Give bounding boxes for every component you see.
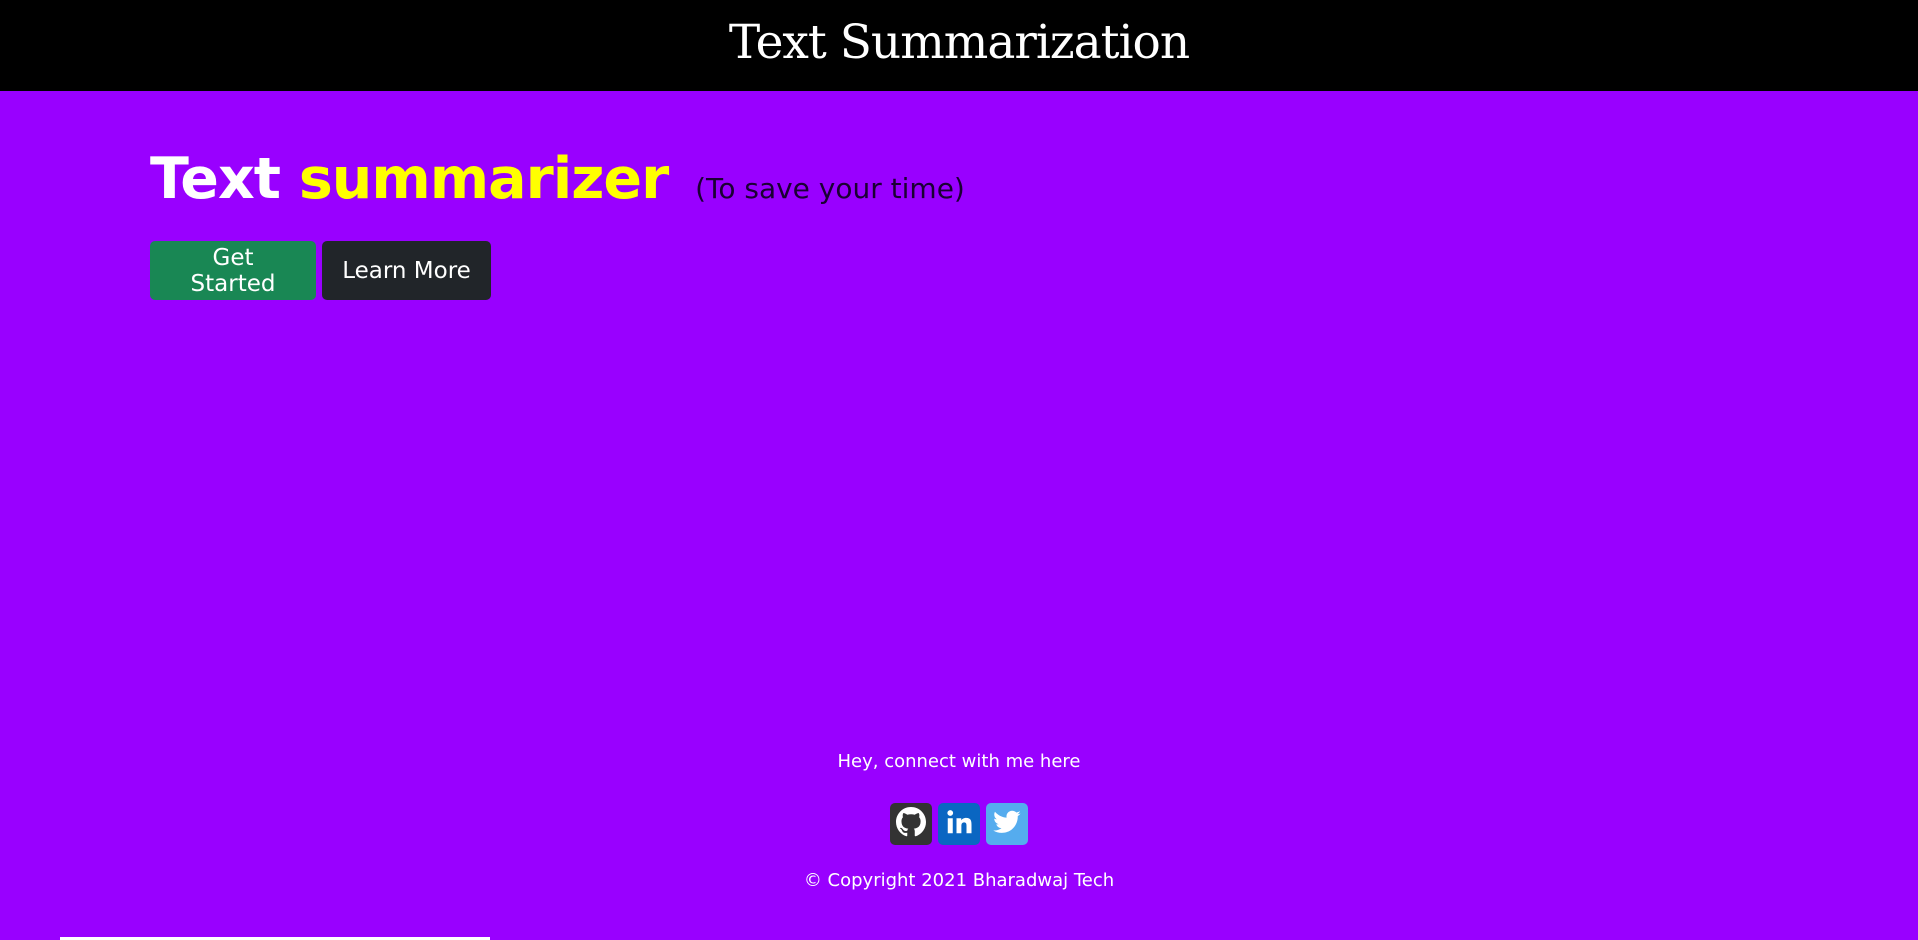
hero-word-text: Text <box>150 146 281 212</box>
hero-buttons: Get Started Learn More <box>150 241 491 300</box>
site-title: Text Summarization <box>728 15 1190 70</box>
linkedin-link[interactable] <box>938 803 980 845</box>
footer: Hey, connect with me here © Copyright 20… <box>0 750 1918 893</box>
github-link[interactable] <box>890 803 932 845</box>
twitter-link[interactable] <box>986 803 1028 845</box>
github-icon <box>896 807 926 841</box>
connect-text: Hey, connect with me here <box>837 751 1081 772</box>
twitter-icon <box>992 807 1022 841</box>
copyright-text: © Copyright 2021 Bharadwaj Tech <box>803 870 1115 891</box>
get-started-button[interactable]: Get Started <box>150 241 316 300</box>
linkedin-icon <box>944 807 974 841</box>
hero-tagline: (To save your time) <box>695 172 965 205</box>
social-links <box>0 803 1918 845</box>
hero-word-summarizer: summarizer <box>298 146 669 212</box>
hero-section: Text summarizer (To save your time) <box>150 143 965 225</box>
hero-heading: Text summarizer (To save your time) <box>150 143 965 225</box>
top-navbar: Text Summarization <box>0 0 1918 91</box>
learn-more-button[interactable]: Learn More <box>322 241 491 300</box>
